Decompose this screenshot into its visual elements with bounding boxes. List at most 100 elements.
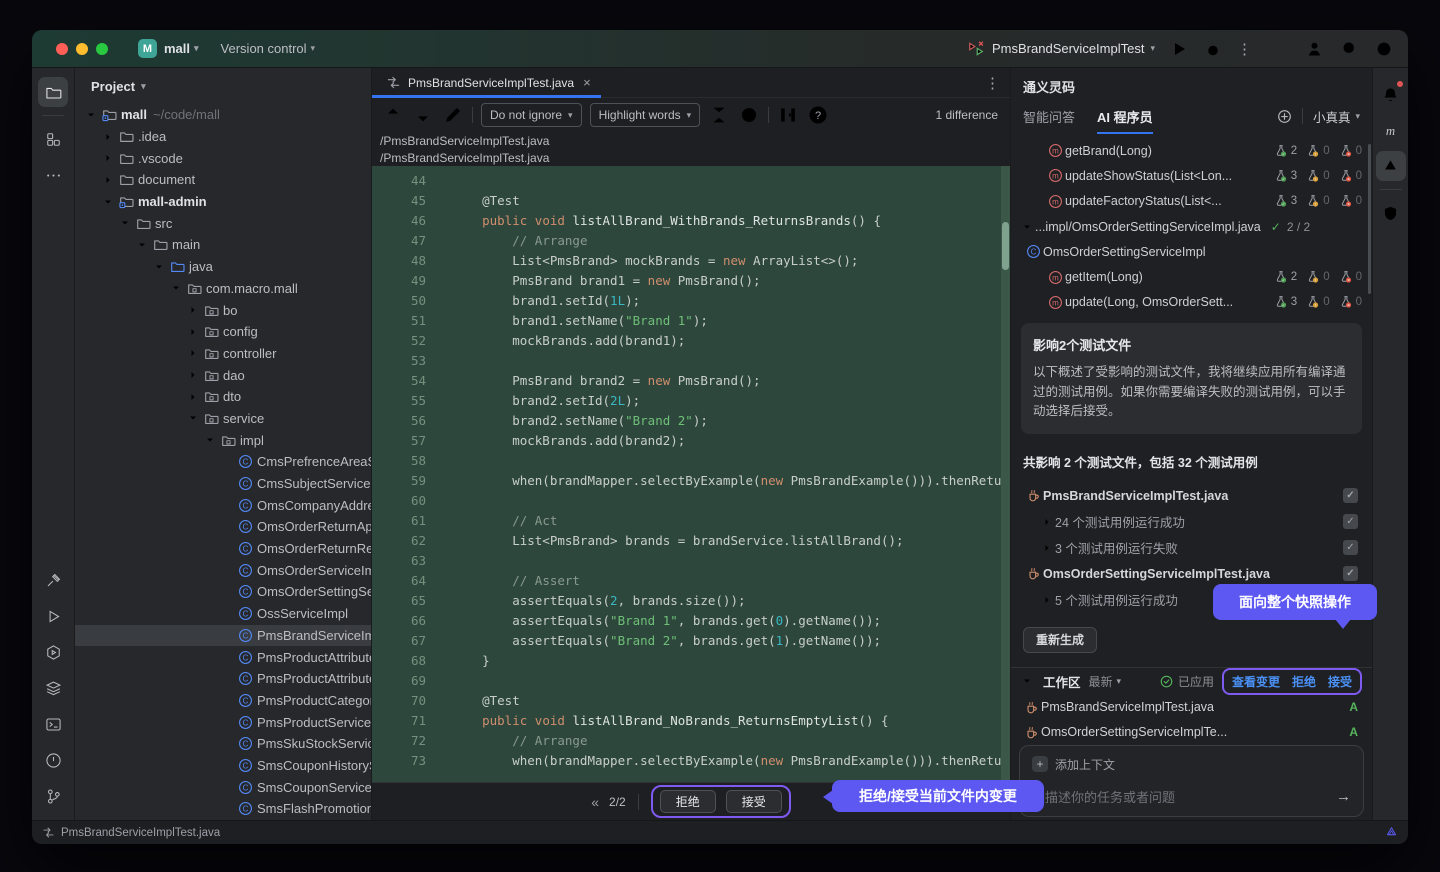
vcs-menu[interactable]: Version control▾ xyxy=(221,41,316,56)
tree-item[interactable]: bo xyxy=(75,299,371,321)
ignore-policy-dropdown[interactable]: Do not ignore▾ xyxy=(481,103,582,127)
shield-button[interactable] xyxy=(1376,198,1406,228)
tool-problems-button[interactable] xyxy=(38,745,68,775)
tree-item[interactable]: CPmsProductServiceI xyxy=(75,711,371,733)
tool-layers-button[interactable] xyxy=(38,673,68,703)
chevron-down-icon[interactable] xyxy=(151,261,167,273)
checkbox-checked[interactable]: ✓ xyxy=(1343,540,1358,555)
settings-gear-icon[interactable] xyxy=(1374,39,1394,59)
diff-settings-gear-icon[interactable] xyxy=(738,104,760,126)
chevron-right-icon[interactable] xyxy=(1039,516,1055,528)
accept-file-changes-button[interactable]: 接受 xyxy=(726,790,782,813)
m-logo-button[interactable]: m xyxy=(1376,115,1406,145)
chat-input-box[interactable]: + 添加上下文 细描述你的任务或者问题 → xyxy=(1019,745,1364,817)
search-icon[interactable] xyxy=(1340,39,1360,59)
next-difference-icon[interactable] xyxy=(412,104,434,126)
tree-item[interactable]: controller xyxy=(75,343,371,365)
lingma-button[interactable] xyxy=(1376,151,1406,181)
tree-item[interactable]: mall~/code/mall xyxy=(75,104,371,126)
tree-item[interactable]: impl xyxy=(75,429,371,451)
tree-item[interactable]: java xyxy=(75,256,371,278)
chevron-right-icon[interactable] xyxy=(100,174,116,186)
tree-item[interactable]: CCmsSubjectServiceI xyxy=(75,473,371,495)
ai-method-row[interactable]: mupdateFactoryStatus(List<...✓3!0✕0 xyxy=(1011,189,1372,214)
tree-item[interactable]: document xyxy=(75,169,371,191)
tool-terminal-button[interactable] xyxy=(38,709,68,739)
tree-item[interactable]: config xyxy=(75,321,371,343)
checklist-sub-row[interactable]: 3 个测试用例运行失败✓ xyxy=(1015,535,1368,561)
project-menu[interactable]: mall▾ xyxy=(164,41,199,56)
workspace-file-row[interactable]: PmsBrandServiceImplTest.javaA xyxy=(1011,695,1372,720)
tree-item[interactable]: CSmsCouponServiceI xyxy=(75,776,371,798)
tree-item[interactable]: COssServiceImpl xyxy=(75,603,371,625)
chat-input-placeholder[interactable]: 细描述你的任务或者问题 xyxy=(1032,787,1175,806)
code-with-me-icon[interactable] xyxy=(1306,39,1326,59)
ai-method-row[interactable]: mupdate(Long, OmsOrderSett...✓3!0✕0 xyxy=(1011,290,1372,315)
chevron-right-icon[interactable] xyxy=(1039,594,1055,606)
chevron-down-icon[interactable] xyxy=(1019,675,1035,687)
collapse-unchanged-icon[interactable] xyxy=(708,104,730,126)
chevron-down-icon[interactable] xyxy=(185,412,201,424)
checklist-file-row[interactable]: OmsOrderSettingServiceImplTest.java✓ xyxy=(1015,561,1368,587)
tree-item[interactable]: com.macro.mall xyxy=(75,278,371,300)
tool-run-button[interactable] xyxy=(38,601,68,631)
chevron-right-icon[interactable] xyxy=(185,304,201,316)
workspace-action-view-changes[interactable]: 查看变更 xyxy=(1232,673,1280,690)
tree-item[interactable]: COmsOrderSettingSer xyxy=(75,581,371,603)
chevron-right-icon[interactable] xyxy=(185,391,201,403)
tree-item[interactable]: CPmsProductAttribute xyxy=(75,646,371,668)
tree-item[interactable]: main xyxy=(75,234,371,256)
persona-dropdown[interactable]: 小真真▾ xyxy=(1313,107,1360,126)
bell-button[interactable] xyxy=(1376,79,1406,109)
tree-item[interactable]: CPmsProductAttribute xyxy=(75,668,371,690)
close-window-button[interactable] xyxy=(56,43,68,55)
scrollbar-thumb[interactable] xyxy=(1002,222,1009,270)
swap-sides-icon[interactable] xyxy=(777,104,799,126)
edit-icon[interactable] xyxy=(442,104,464,126)
tool-structure-button[interactable] xyxy=(38,124,68,154)
tree-item[interactable]: dto xyxy=(75,386,371,408)
run-configuration-select[interactable]: PmsBrandServiceImplTest▾ xyxy=(966,39,1155,59)
send-arrow-icon[interactable]: → xyxy=(1336,788,1351,805)
lingma-icon[interactable] xyxy=(1385,826,1398,839)
ai-class-row[interactable]: COmsOrderSettingServiceImpl xyxy=(1011,239,1372,264)
run-button[interactable] xyxy=(1169,39,1189,59)
reject-file-changes-button[interactable]: 拒绝 xyxy=(660,790,716,813)
tool-branch-button[interactable] xyxy=(38,781,68,811)
zoom-window-button[interactable] xyxy=(96,43,108,55)
chevron-right-icon[interactable] xyxy=(185,369,201,381)
tree-item[interactable]: COmsOrderServiceIm xyxy=(75,559,371,581)
highlight-policy-dropdown[interactable]: Highlight words▾ xyxy=(590,103,701,127)
tool-build-button[interactable] xyxy=(38,565,68,595)
add-context-button[interactable]: + 添加上下文 xyxy=(1032,756,1351,773)
chevron-down-icon[interactable] xyxy=(83,109,99,121)
chevron-down-icon[interactable] xyxy=(134,239,150,251)
tree-item[interactable]: CCmsPrefrenceAreaS xyxy=(75,451,371,473)
tool-services-button[interactable] xyxy=(38,637,68,667)
chevron-down-icon[interactable] xyxy=(1019,221,1035,233)
previous-file-icon[interactable]: « xyxy=(591,794,597,810)
tree-item[interactable]: .vscode xyxy=(75,147,371,169)
tree-item[interactable]: CPmsSkuStockServic xyxy=(75,733,371,755)
ai-method-row[interactable]: mupdateShowStatus(List<Lon...✓3!0✕0 xyxy=(1011,163,1372,188)
workspace-action-reject[interactable]: 拒绝 xyxy=(1292,673,1316,690)
workspace-action-accept[interactable]: 接受 xyxy=(1328,673,1352,690)
checkbox-checked[interactable]: ✓ xyxy=(1343,514,1358,529)
chevron-down-icon[interactable] xyxy=(202,434,218,446)
checkbox-checked[interactable]: ✓ xyxy=(1343,488,1358,503)
tree-item[interactable]: dao xyxy=(75,364,371,386)
workspace-file-row[interactable]: OmsOrderSettingServiceImplTe...A xyxy=(1011,720,1372,745)
previous-difference-icon[interactable] xyxy=(382,104,404,126)
help-icon[interactable]: ? xyxy=(807,104,829,126)
ai-tab-chat[interactable]: 智能问答 xyxy=(1023,98,1075,134)
minimize-window-button[interactable] xyxy=(76,43,88,55)
tree-item[interactable]: COmsOrderReturnRea xyxy=(75,538,371,560)
checklist-sub-row[interactable]: 24 个测试用例运行成功✓ xyxy=(1015,509,1368,535)
code-editor[interactable]: 4445 @Test46 public void listAllBrand_Wi… xyxy=(372,166,1010,782)
chevron-right-icon[interactable] xyxy=(185,326,201,338)
ai-file-group-row[interactable]: ...impl/OmsOrderSettingServiceImpl.java✓… xyxy=(1011,214,1372,239)
tree-item[interactable]: COmsCompanyAddre xyxy=(75,494,371,516)
tree-item[interactable]: mall-admin xyxy=(75,191,371,213)
tree-item[interactable]: CSmsFlashPromotionI xyxy=(75,798,371,820)
tab-options-icon[interactable]: ⋮ xyxy=(985,74,1000,92)
